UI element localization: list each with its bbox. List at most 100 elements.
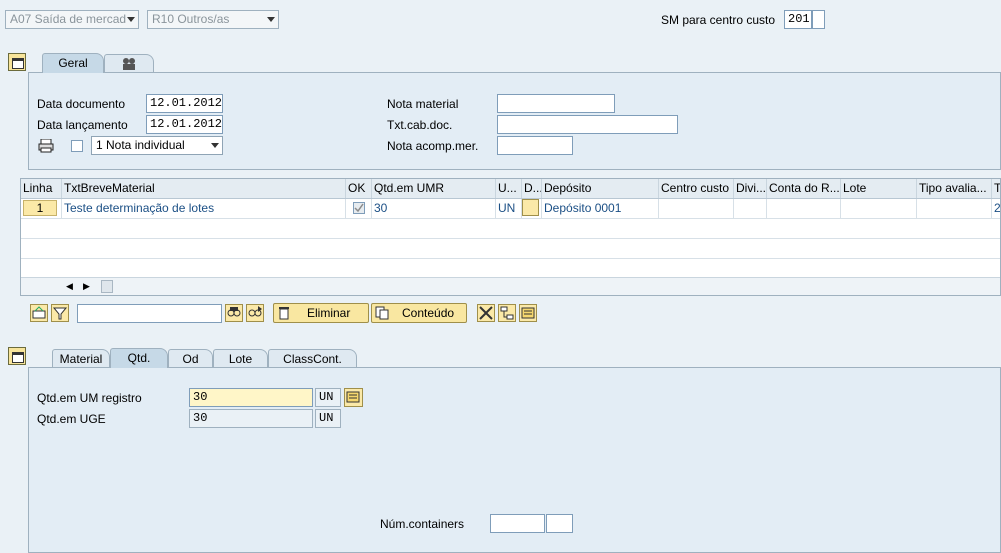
filter-icon[interactable]: [51, 304, 69, 322]
table-row[interactable]: [21, 219, 1000, 239]
qtd-um-registro-unit[interactable]: UN: [315, 388, 341, 407]
print-checkbox[interactable]: [71, 140, 83, 152]
tab-classcont-label: ClassCont.: [283, 352, 342, 366]
cell-lote[interactable]: [841, 199, 917, 218]
tab-qtd-label: Qtd.: [127, 351, 151, 365]
tab-qtd[interactable]: Qtd.: [110, 348, 168, 368]
cell-tipo[interactable]: [917, 199, 992, 218]
sm-centro-custo-extra-field[interactable]: [812, 10, 825, 29]
select-all-icon[interactable]: [30, 304, 48, 322]
eliminar-label: Eliminar: [307, 306, 351, 320]
trash-icon: [279, 307, 289, 320]
copy-icon: [375, 306, 389, 320]
tab-od[interactable]: Od: [168, 349, 213, 368]
row-select[interactable]: 1: [21, 199, 62, 218]
movement-reason-select[interactable]: R10 Outros/as: [147, 10, 279, 29]
tabstrip-top-line: [28, 72, 1001, 73]
hierarchy-icon[interactable]: [498, 304, 516, 322]
col-deposito[interactable]: Depósito: [542, 179, 659, 198]
printer-icon[interactable]: [38, 139, 54, 153]
col-qtd[interactable]: Qtd.em UMR: [372, 179, 496, 198]
cell-txt[interactable]: Teste determinação de lotes: [62, 199, 346, 218]
expand-icon[interactable]: [477, 304, 495, 322]
stock-icon[interactable]: [519, 304, 537, 322]
tab-partners[interactable]: [104, 54, 154, 73]
sm-centro-custo-field[interactable]: 201: [784, 10, 812, 29]
chevron-down-icon: [127, 17, 135, 22]
movement-type-select[interactable]: A07 Saída de mercad: [5, 10, 139, 29]
movement-type-value: A07 Saída de mercad: [10, 12, 127, 26]
col-u[interactable]: U...: [496, 179, 522, 198]
tab-material[interactable]: Material: [52, 349, 110, 368]
col-t[interactable]: T: [992, 179, 1000, 198]
col-ok[interactable]: OK: [346, 179, 372, 198]
data-lancamento-field[interactable]: 12.01.2012: [146, 115, 223, 134]
col-divi[interactable]: Divi...: [734, 179, 767, 198]
col-tipo[interactable]: Tipo avalia...: [917, 179, 992, 198]
tabstrip-detail-line: [28, 367, 1001, 368]
people-icon: [123, 58, 135, 70]
cell-centro-custo[interactable]: [659, 199, 734, 218]
nota-acomp-label: Nota acomp.mer.: [387, 139, 479, 153]
cell-ok[interactable]: [346, 199, 372, 218]
scroll-thumb[interactable]: [101, 280, 113, 293]
conteudo-label: Conteúdo: [402, 306, 455, 320]
table-row[interactable]: [21, 239, 1000, 259]
stock-overview-icon[interactable]: [344, 388, 363, 407]
find-icon[interactable]: [225, 304, 243, 322]
collapse-header-button[interactable]: [8, 53, 26, 71]
horizontal-scrollbar[interactable]: ◀ ▶: [21, 277, 1000, 295]
num-containers-field[interactable]: [490, 514, 545, 533]
qtd-uge-label: Qtd.em UGE: [37, 412, 106, 426]
cell-t[interactable]: 20: [992, 199, 1000, 218]
qtd-um-registro-field[interactable]: 30: [189, 388, 313, 407]
tab-classcont[interactable]: ClassCont.: [268, 349, 357, 368]
table-search-field[interactable]: [77, 304, 222, 323]
print-option-value: 1 Nota individual: [96, 138, 185, 152]
data-lancamento-label: Data lançamento: [37, 118, 128, 132]
num-containers-label: Núm.containers: [380, 517, 465, 531]
print-option-select[interactable]: 1 Nota individual: [91, 136, 223, 155]
tab-geral-label: Geral: [58, 56, 88, 70]
tab-geral[interactable]: Geral: [42, 53, 104, 73]
qtd-uge-field: 30: [189, 409, 313, 428]
conteudo-button[interactable]: Conteúdo: [371, 303, 467, 323]
cell-divi[interactable]: [734, 199, 767, 218]
nota-acomp-field[interactable]: [497, 136, 573, 155]
cell-u[interactable]: UN: [496, 199, 522, 218]
cell-conta[interactable]: [767, 199, 841, 218]
txt-cab-doc-label: Txt.cab.doc.: [387, 118, 453, 132]
col-conta[interactable]: Conta do R...: [767, 179, 841, 198]
tab-od-label: Od: [182, 352, 199, 366]
col-d[interactable]: D...: [522, 179, 542, 198]
tab-material-label: Material: [59, 352, 103, 366]
scroll-right-icon[interactable]: ▶: [83, 281, 90, 292]
find-next-icon[interactable]: [246, 304, 264, 322]
checkmark-icon: [354, 203, 364, 213]
col-centro-custo[interactable]: Centro custo: [659, 179, 734, 198]
table-row[interactable]: 1 Teste determinação de lotes 30 UN Depó…: [21, 199, 1000, 219]
tab-lote[interactable]: Lote: [213, 349, 268, 368]
txt-cab-doc-field[interactable]: [497, 115, 678, 134]
qtd-uge-unit: UN: [315, 409, 341, 428]
cell-d[interactable]: [522, 199, 542, 218]
stock-overview-icon[interactable]: [522, 199, 539, 216]
num-containers-unit[interactable]: [546, 514, 573, 533]
col-lote[interactable]: Lote: [841, 179, 917, 198]
tab-lote-label: Lote: [228, 352, 253, 366]
table-header: Linha TxtBreveMaterial OK Qtd.em UMR U..…: [21, 179, 1000, 199]
col-linha[interactable]: Linha: [21, 179, 62, 198]
ok-checkbox[interactable]: [353, 202, 365, 214]
row-number: 1: [23, 200, 57, 216]
items-table: Linha TxtBreveMaterial OK Qtd.em UMR U..…: [20, 178, 1001, 296]
collapse-detail-button[interactable]: [8, 347, 26, 365]
scroll-left-icon[interactable]: ◀: [66, 281, 73, 292]
col-txt[interactable]: TxtBreveMaterial: [62, 179, 346, 198]
nota-material-field[interactable]: [497, 94, 615, 113]
cell-deposito[interactable]: Depósito 0001: [542, 199, 659, 218]
eliminar-button[interactable]: Eliminar: [273, 303, 369, 323]
chevron-down-icon: [211, 143, 219, 148]
cell-qtd[interactable]: 30: [372, 199, 496, 218]
table-row[interactable]: [21, 259, 1000, 279]
data-documento-field[interactable]: 12.01.2012: [146, 94, 223, 113]
